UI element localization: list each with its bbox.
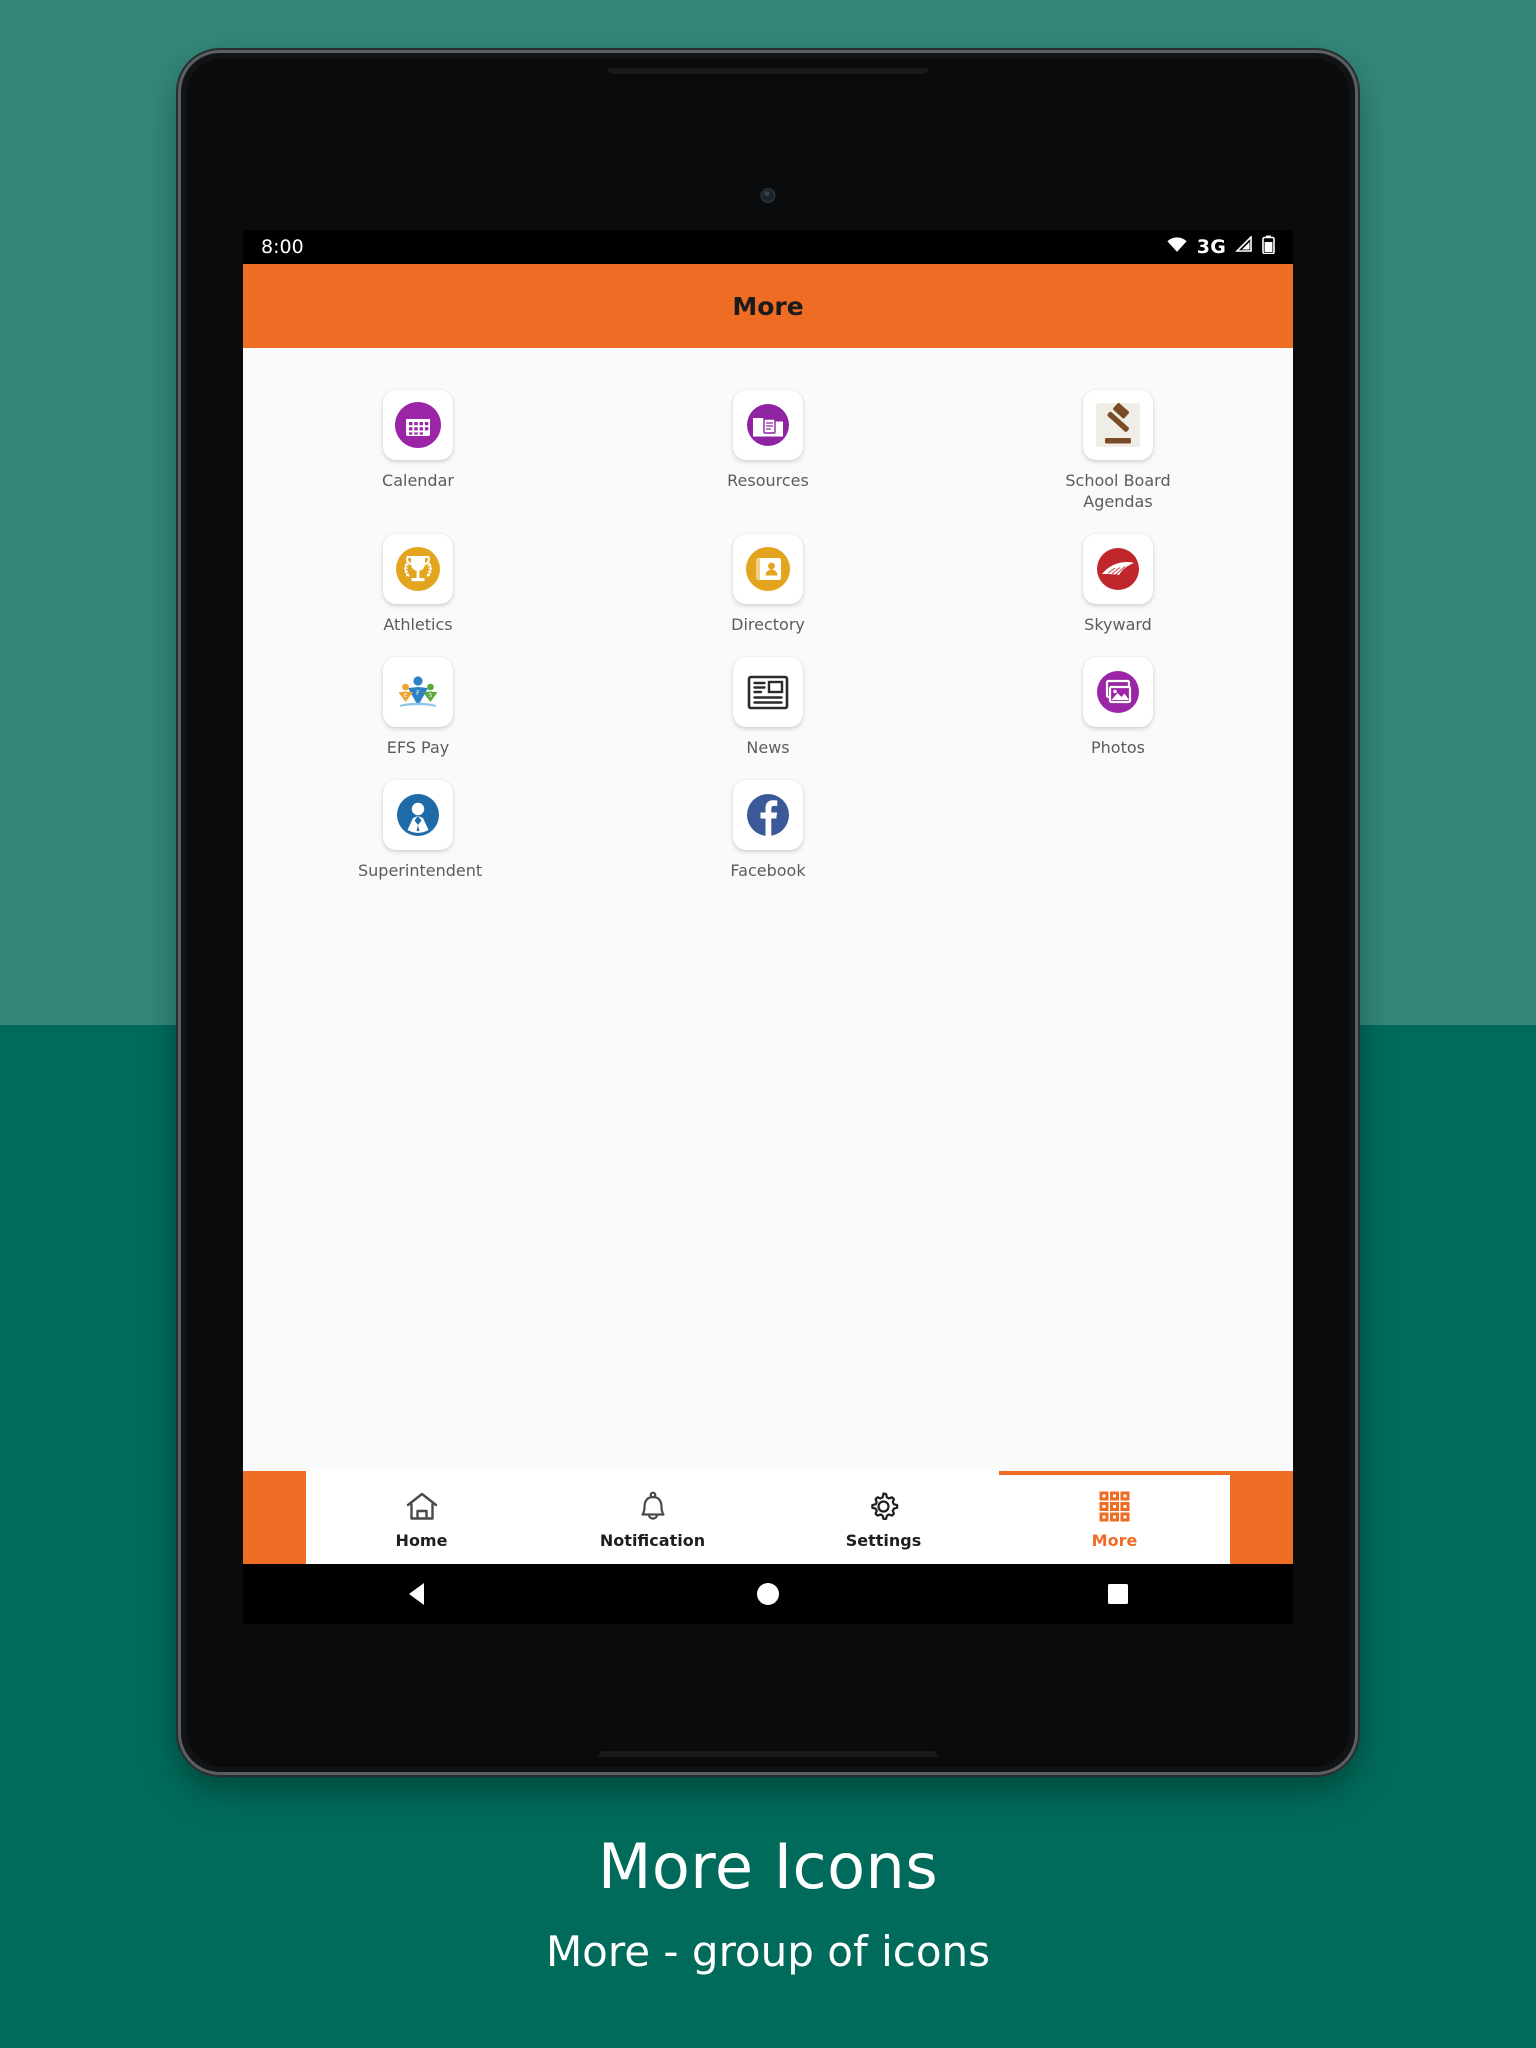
speaker-grille-bottom: [598, 1751, 938, 1757]
android-navigation-bar: [243, 1564, 1293, 1624]
bell-icon: [638, 1490, 668, 1524]
tab-notification[interactable]: Notification: [537, 1471, 768, 1564]
tile-label: Athletics: [383, 615, 453, 635]
tile-label: Resources: [727, 471, 809, 490]
speaker-grille-top: [608, 68, 928, 74]
device-screen: 8:00 3G More Calendar Resources School B…: [243, 230, 1293, 1624]
bottom-tab-bar-wrapper: Home Notification Settings More: [243, 1471, 1293, 1564]
tile-calendar[interactable]: Calendar: [243, 382, 593, 512]
tile-label: EFS Pay: [386, 738, 450, 758]
efs-people-book-icon: E F S: [383, 657, 453, 728]
person-suit-icon: [383, 780, 453, 851]
calendar-icon: [383, 390, 453, 460]
more-icons-content: Calendar Resources School BoardAgendas: [243, 348, 1293, 1531]
tile-label: Photos: [1091, 738, 1145, 758]
tile-resources[interactable]: Resources: [593, 382, 943, 512]
tab-settings[interactable]: Settings: [768, 1471, 999, 1564]
tile-label: Calendar: [382, 471, 454, 490]
home-icon: [405, 1490, 439, 1524]
tile-label: Facebook: [730, 861, 806, 881]
skyward-wing-icon: [1083, 534, 1153, 605]
tab-home[interactable]: Home: [306, 1471, 537, 1564]
svg-text:E: E: [404, 693, 408, 699]
folder-document-icon: [733, 390, 803, 460]
signal-icon: [1235, 235, 1253, 258]
gavel-icon: [1083, 390, 1153, 460]
icon-grid: Calendar Resources School BoardAgendas: [243, 382, 1293, 882]
newspaper-icon: [733, 657, 803, 728]
tile-label: Skyward: [1084, 615, 1152, 635]
status-bar: 8:00 3G: [243, 230, 1293, 264]
gear-icon: [867, 1490, 900, 1524]
svg-text:F: F: [416, 689, 420, 697]
tile-label: School Board Agendas: [1065, 471, 1171, 512]
back-triangle-icon[interactable]: [383, 1564, 453, 1624]
caption-subtitle: More - group of icons: [545, 1927, 991, 1976]
tab-more[interactable]: More: [999, 1471, 1230, 1564]
tile-athletics[interactable]: Athletics: [243, 526, 593, 635]
caption-block: More Icons More - group of icons: [0, 1830, 1536, 1976]
trophy-icon: [383, 534, 453, 605]
tile-news[interactable]: News: [593, 649, 943, 758]
tile-label: Superintendent: [358, 861, 483, 881]
recents-square-icon[interactable]: [1083, 1564, 1153, 1624]
tab-label-more: More: [1091, 1530, 1138, 1550]
bottom-tab-bar: Home Notification Settings More: [306, 1471, 1230, 1564]
home-circle-icon[interactable]: [733, 1564, 803, 1624]
tile-school-board-agendas[interactable]: School Board Agendas: [943, 382, 1293, 512]
network-type-label: 3G: [1196, 236, 1226, 258]
grid-3x3-icon: [1098, 1490, 1131, 1524]
svg-text:S: S: [429, 693, 433, 699]
tile-efs-pay[interactable]: E F S EFS Pay: [243, 649, 593, 758]
facebook-icon: [733, 780, 803, 851]
tile-facebook[interactable]: Facebook: [593, 772, 943, 881]
tile-skyward[interactable]: Skyward: [943, 526, 1293, 635]
tile-superintendent[interactable]: Superintendent: [243, 772, 593, 881]
app-bar: More: [243, 264, 1293, 348]
caption-title: More Icons: [597, 1830, 939, 1903]
tab-label-notification: Notification: [599, 1530, 706, 1550]
status-bar-time: 8:00: [261, 236, 304, 258]
front-camera-icon: [760, 188, 776, 203]
tile-label: Directory: [731, 615, 805, 635]
photos-icon: [1083, 657, 1153, 728]
tab-label-home: Home: [395, 1530, 448, 1550]
tile-photos[interactable]: Photos: [943, 649, 1293, 758]
wifi-icon: [1166, 236, 1188, 258]
tile-label: News: [746, 738, 790, 758]
page-title: More: [732, 291, 804, 321]
tile-directory[interactable]: Directory: [593, 526, 943, 635]
battery-icon: [1262, 235, 1275, 259]
tab-label-settings: Settings: [845, 1530, 922, 1550]
contact-card-icon: [733, 534, 803, 605]
